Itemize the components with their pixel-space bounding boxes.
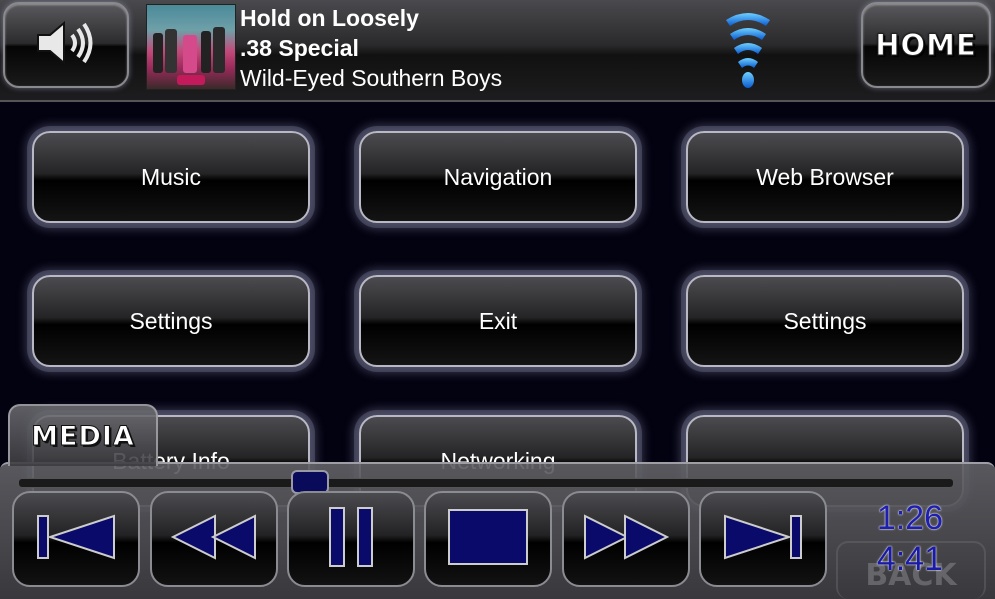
- pause-button[interactable]: [287, 491, 415, 587]
- wifi-signal-icon: [722, 8, 774, 90]
- track-artist: .38 Special: [240, 35, 359, 61]
- rewind-button[interactable]: [150, 491, 278, 587]
- album-art: [146, 4, 236, 90]
- stop-icon: [447, 508, 529, 571]
- home-button[interactable]: HOME: [861, 2, 991, 88]
- rewind-icon: [170, 512, 257, 567]
- fast-forward-icon: [583, 512, 670, 567]
- web-browser-button[interactable]: Web Browser: [686, 131, 964, 223]
- previous-track-button[interactable]: [12, 491, 140, 587]
- seek-bar[interactable]: [18, 478, 954, 488]
- music-button[interactable]: Music: [32, 131, 310, 223]
- top-bar: Hold on Loosely .38 Special Wild-Eyed So…: [0, 0, 995, 102]
- volume-button[interactable]: [3, 2, 129, 88]
- track-album: Wild-Eyed Southern Boys: [240, 65, 503, 91]
- stop-button[interactable]: [424, 491, 552, 587]
- home-label: HOME: [875, 28, 977, 63]
- pause-icon: [326, 506, 376, 573]
- total-time: 4:41: [876, 540, 943, 578]
- exit-button[interactable]: Exit: [359, 275, 637, 367]
- media-tab[interactable]: MEDIA: [8, 404, 158, 466]
- speaker-icon: [34, 18, 98, 73]
- media-tab-label: MEDIA: [31, 420, 135, 452]
- next-track-icon: [721, 512, 805, 567]
- settings-button[interactable]: Settings: [32, 275, 310, 367]
- track-title: Hold on Loosely: [240, 5, 419, 31]
- navigation-button[interactable]: Navigation: [359, 131, 637, 223]
- elapsed-time: 1:26: [876, 499, 943, 537]
- fast-forward-button[interactable]: [562, 491, 690, 587]
- previous-track-icon: [34, 512, 118, 567]
- next-track-button[interactable]: [699, 491, 827, 587]
- settings-button-2[interactable]: Settings: [686, 275, 964, 367]
